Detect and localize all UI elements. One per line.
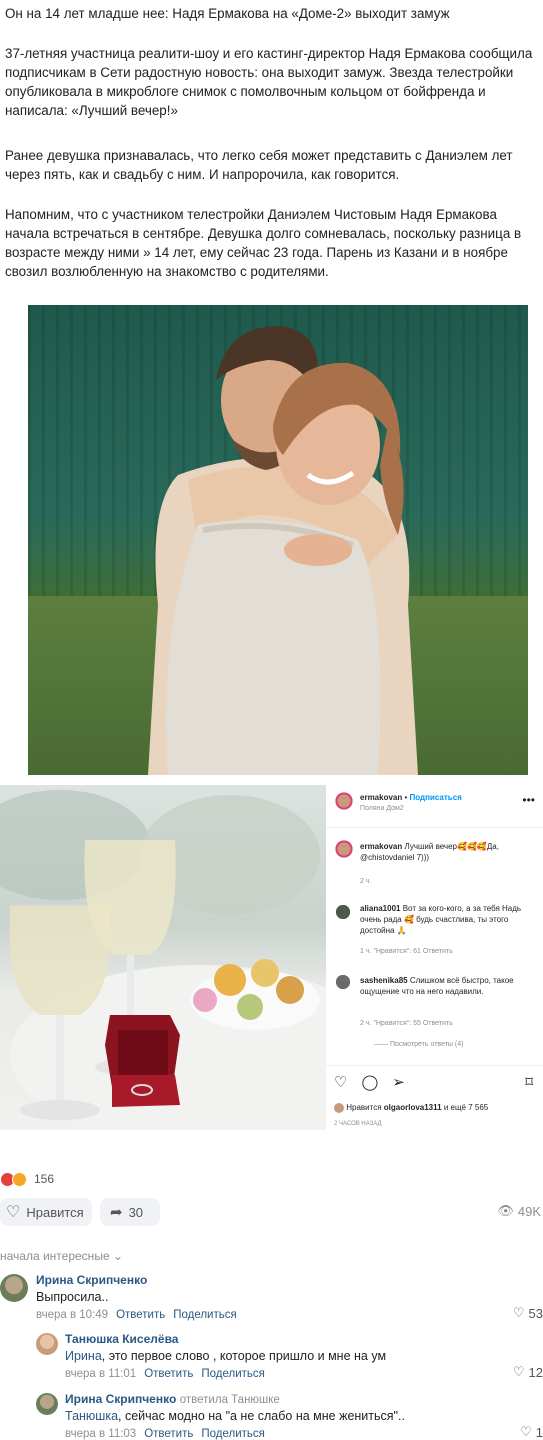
- ig-comment-user[interactable]: aliana1001: [360, 904, 400, 913]
- share-link[interactable]: Поделиться: [201, 1428, 265, 1440]
- avatar[interactable]: [36, 1333, 58, 1355]
- ig-comment-avatar[interactable]: [334, 973, 352, 991]
- mention-link[interactable]: Ирина: [65, 1349, 102, 1363]
- sort-label: начала интересные: [0, 1249, 110, 1263]
- comment-time[interactable]: вчера в 11:01: [65, 1368, 136, 1380]
- comments-sort-dropdown[interactable]: начала интересные ⌄: [0, 1249, 123, 1263]
- article-paragraph-3: Напомним, что с участником телестройки Д…: [5, 207, 522, 279]
- comment: Ирина Скрипченко Выпросила.. вчера в 10:…: [36, 1273, 237, 1321]
- ig-divider: [326, 1065, 543, 1066]
- ig-divider: [326, 827, 543, 828]
- ig-location[interactable]: Поляна Дом2: [360, 805, 537, 812]
- ig-liker-avatar: [334, 1103, 344, 1113]
- heart-icon: ♡: [6, 1204, 21, 1221]
- ig-heart-icon[interactable]: ♡: [334, 1073, 347, 1091]
- instagram-post-panel: ermakovan • Подписаться Поляна Дом2 ••• …: [326, 785, 543, 1130]
- comment-like-count: 53: [528, 1305, 543, 1321]
- ig-avatar[interactable]: [334, 791, 354, 811]
- comment-time[interactable]: вчера в 10:49: [36, 1309, 108, 1321]
- ig-caption-time: 2 ч.: [360, 878, 372, 885]
- share-link[interactable]: Поделиться: [173, 1309, 237, 1321]
- chevron-down-icon: ⌄: [112, 1249, 124, 1263]
- heart-icon: ♡: [512, 1364, 525, 1379]
- couple-photo[interactable]: [28, 305, 528, 775]
- champagne-ring-scene: [0, 790, 326, 1130]
- heart-icon: ♡: [520, 1424, 532, 1439]
- ig-caption-user[interactable]: ermakovan: [360, 842, 402, 851]
- comment-time[interactable]: вчера в 11:03: [65, 1428, 136, 1440]
- views-count: 49K: [517, 1203, 541, 1219]
- ig-comment-meta[interactable]: 1 ч. "Нравится": 61 Ответить: [360, 948, 537, 955]
- ig-view-replies[interactable]: —— Посмотреть ответы (4): [374, 1041, 537, 1048]
- ig-comment-meta[interactable]: 2 ч. "Нравится": 55 Ответить: [360, 1020, 537, 1027]
- comment-author[interactable]: Ирина Скрипченко: [65, 1392, 176, 1406]
- couple-figure: [148, 326, 418, 775]
- ig-bookmark-icon[interactable]: ⌑: [525, 1073, 533, 1091]
- ig-share-icon[interactable]: ➢: [392, 1073, 405, 1091]
- comment-author[interactable]: Танюшка Киселёва: [65, 1332, 386, 1346]
- comment-like-button[interactable]: ♡ 1: [520, 1424, 543, 1440]
- comment-text: Выпросила..: [36, 1290, 109, 1304]
- avatar[interactable]: [36, 1393, 58, 1415]
- reply-link[interactable]: Ответить: [144, 1428, 193, 1440]
- reactions-summary[interactable]: 156: [0, 1170, 54, 1188]
- eye-icon: 👁: [497, 1203, 514, 1218]
- share-link[interactable]: Поделиться: [201, 1368, 265, 1380]
- avatar[interactable]: [0, 1274, 28, 1302]
- ig-comment-icon[interactable]: ◯: [361, 1073, 378, 1091]
- mention-link[interactable]: Танюшка: [65, 1409, 118, 1423]
- article-title: Он на 14 лет младше нее: Надя Ермакова н…: [5, 6, 450, 21]
- comment-like-button[interactable]: ♡ 53: [513, 1305, 543, 1321]
- reactions-count: 156: [34, 1172, 55, 1186]
- comment-like-button[interactable]: ♡ 12: [513, 1364, 543, 1380]
- reply-link[interactable]: Ответить: [116, 1309, 165, 1321]
- ig-caption-mention[interactable]: @chistovdaniel 7))): [360, 853, 429, 862]
- share-button[interactable]: ➦ 30: [100, 1198, 160, 1226]
- ig-username[interactable]: ermakovan: [360, 793, 402, 802]
- article-paragraph-1: 37-летняя участница реалити-шоу и его ка…: [5, 46, 533, 118]
- comment-text: , сейчас модно на "а не слабо на мне жен…: [118, 1409, 405, 1423]
- like-button[interactable]: ♡ Нравится: [0, 1198, 92, 1226]
- ig-comment-avatar[interactable]: [334, 903, 352, 921]
- ig-time-ago: 2 ЧАСОВ НАЗАД: [334, 1121, 382, 1127]
- ig-likes-prefix: Нравится: [346, 1103, 382, 1113]
- views-counter: 👁 49K: [497, 1203, 541, 1219]
- article-paragraph-2: Ранее девушка признавалась, что легко се…: [5, 148, 513, 182]
- comment-like-count: 1: [535, 1424, 543, 1440]
- ig-more-icon[interactable]: •••: [522, 793, 535, 807]
- reply-to-label[interactable]: ответила Танюшке: [180, 1394, 280, 1406]
- heart-icon: ♡: [512, 1305, 525, 1320]
- ig-comment-user[interactable]: sashenika85: [360, 976, 408, 985]
- comment-text: , это первое слово , которое пришло и мн…: [101, 1349, 387, 1363]
- ig-caption-avatar[interactable]: [334, 839, 354, 859]
- ring-photo[interactable]: [0, 785, 326, 1130]
- ig-likes-suffix[interactable]: и ещё 7 565: [444, 1103, 488, 1112]
- comment-reply: Танюшка Киселёва Ирина, это первое слово…: [65, 1332, 386, 1380]
- comment-author[interactable]: Ирина Скрипченко: [36, 1273, 237, 1287]
- share-arrow-icon: ➦: [110, 1204, 123, 1221]
- ig-likes-user[interactable]: olgaorlova1311: [384, 1103, 442, 1112]
- laugh-reaction-icon: [12, 1171, 27, 1187]
- ig-caption-text: Лучший вечер🥰🥰🥰Да,: [404, 842, 499, 851]
- share-count: 30: [128, 1204, 144, 1220]
- comment-like-count: 12: [528, 1364, 543, 1380]
- comment-reply: Ирина Скрипченко ответила Танюшке Танюшк…: [65, 1392, 405, 1440]
- ig-follow-button[interactable]: Подписаться: [410, 793, 462, 802]
- reply-link[interactable]: Ответить: [144, 1368, 193, 1380]
- like-label: Нравится: [26, 1204, 84, 1220]
